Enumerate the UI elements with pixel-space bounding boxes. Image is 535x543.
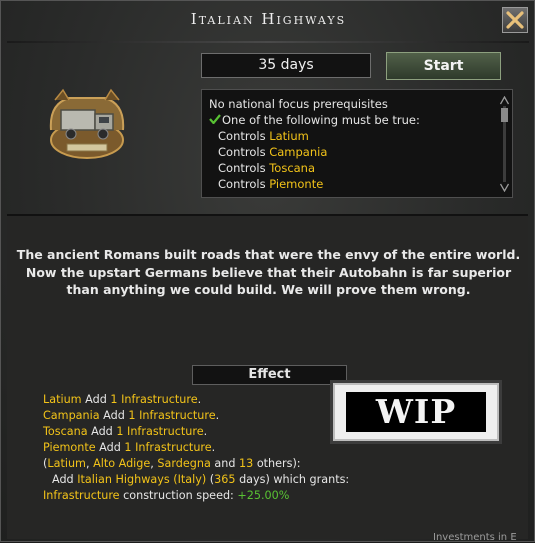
effect-line: Toscana Add 1 Infrastructure.: [43, 425, 208, 438]
effect-line: Latium Add 1 Infrastructure.: [43, 393, 202, 406]
group-others: others):: [256, 457, 301, 470]
effect-building: Infrastructure: [121, 393, 198, 406]
prereq-scrollbar[interactable]: [500, 96, 509, 192]
effects-list: Latium Add 1 Infrastructure. Campania Ad…: [43, 392, 349, 504]
condition-latium: Controls Latium: [209, 128, 512, 144]
scroll-up-arrow-icon[interactable]: [500, 96, 509, 105]
modifier-days: 365: [214, 473, 236, 486]
close-button[interactable]: [502, 7, 528, 33]
bonus-label: construction speed:: [123, 489, 234, 502]
checkmark-icon: [209, 112, 222, 128]
effect-amount: 1: [124, 441, 132, 454]
region-toscana: Toscana: [269, 161, 316, 175]
modifier-name: Italian Highways (Italy): [77, 473, 207, 486]
effect-building: Infrastructure: [135, 441, 212, 454]
controls-label: Controls: [218, 177, 266, 191]
add-label: Add: [103, 409, 125, 422]
close-x-icon: [506, 11, 524, 29]
description-line: The ancient Romans built roads that were…: [16, 247, 521, 262]
condition-piemonte: Controls Piemonte: [209, 176, 512, 192]
group-region: Latium: [47, 457, 86, 470]
effect-region: Latium: [43, 393, 82, 406]
effect-amount: 1: [128, 409, 136, 422]
effect-building: Infrastructure: [139, 409, 216, 422]
bonus-value: +25.00%: [237, 489, 290, 502]
group-and: and: [214, 457, 236, 470]
effect-bonus-line: Infrastructure construction speed: +25.0…: [43, 488, 349, 504]
effect-amount: 1: [116, 425, 124, 438]
focus-description: The ancient Romans built roads that were…: [1, 246, 535, 299]
focus-duration: 35 days: [201, 53, 371, 78]
prerequisites-panel: No national focus prerequisites One of t…: [201, 89, 513, 198]
effect-group-line: (Latium, Alto Adige, Sardegna and 13 oth…: [43, 457, 301, 470]
focus-title: Italian Highways: [190, 10, 347, 28]
effect-region: Campania: [43, 409, 100, 422]
effect-building: Infrastructure: [127, 425, 204, 438]
controls-label: Controls: [218, 145, 266, 159]
wip-stamp: WIP: [333, 383, 499, 441]
group-count: 13: [239, 457, 254, 470]
add-label: Add: [52, 473, 74, 486]
effect-region: Toscana: [43, 425, 88, 438]
region-campania: Campania: [269, 145, 328, 159]
title-divider: [7, 41, 529, 43]
description-line: Now the upstart Germans believe that the…: [25, 264, 512, 280]
start-button[interactable]: Start: [386, 52, 501, 80]
add-label: Add: [91, 425, 113, 438]
scroll-thumb[interactable]: [501, 108, 508, 122]
scroll-down-arrow-icon[interactable]: [500, 183, 509, 192]
footer-text: Investments in E: [433, 532, 517, 543]
effect-line: Campania Add 1 Infrastructure.: [43, 409, 220, 422]
controls-label: Controls: [218, 161, 266, 175]
no-focus-prereq: No national focus prerequisites: [209, 97, 388, 111]
add-label: Add: [99, 441, 121, 454]
focus-window: Italian Highways 35 days Start No nation…: [0, 0, 535, 543]
effect-region: Piemonte: [43, 441, 96, 454]
condition-toscana: Controls Toscana: [209, 160, 512, 176]
one-of-condition: One of the following must be true:: [222, 113, 420, 127]
bonus-stat: Infrastructure: [43, 489, 120, 502]
region-piemonte: Piemonte: [269, 177, 324, 191]
effect-header: Effect: [192, 365, 347, 385]
description-line: than anything we could build. We will pr…: [66, 282, 471, 297]
effect-line: Piemonte Add 1 Infrastructure.: [43, 441, 216, 454]
wip-label: WIP: [346, 392, 486, 432]
region-latium: Latium: [269, 129, 309, 143]
truck-focus-icon: [49, 88, 125, 159]
condition-campania: Controls Campania: [209, 144, 512, 160]
effect-amount: 1: [110, 393, 118, 406]
modifier-days-suffix: days) which grants:: [239, 473, 350, 486]
add-label: Add: [85, 393, 107, 406]
controls-label: Controls: [218, 129, 266, 143]
effect-modifier-line: Add Italian Highways (Italy) (365 days) …: [52, 473, 350, 486]
group-region: Sardegna: [157, 457, 211, 470]
group-region: Alto Adige: [93, 457, 151, 470]
